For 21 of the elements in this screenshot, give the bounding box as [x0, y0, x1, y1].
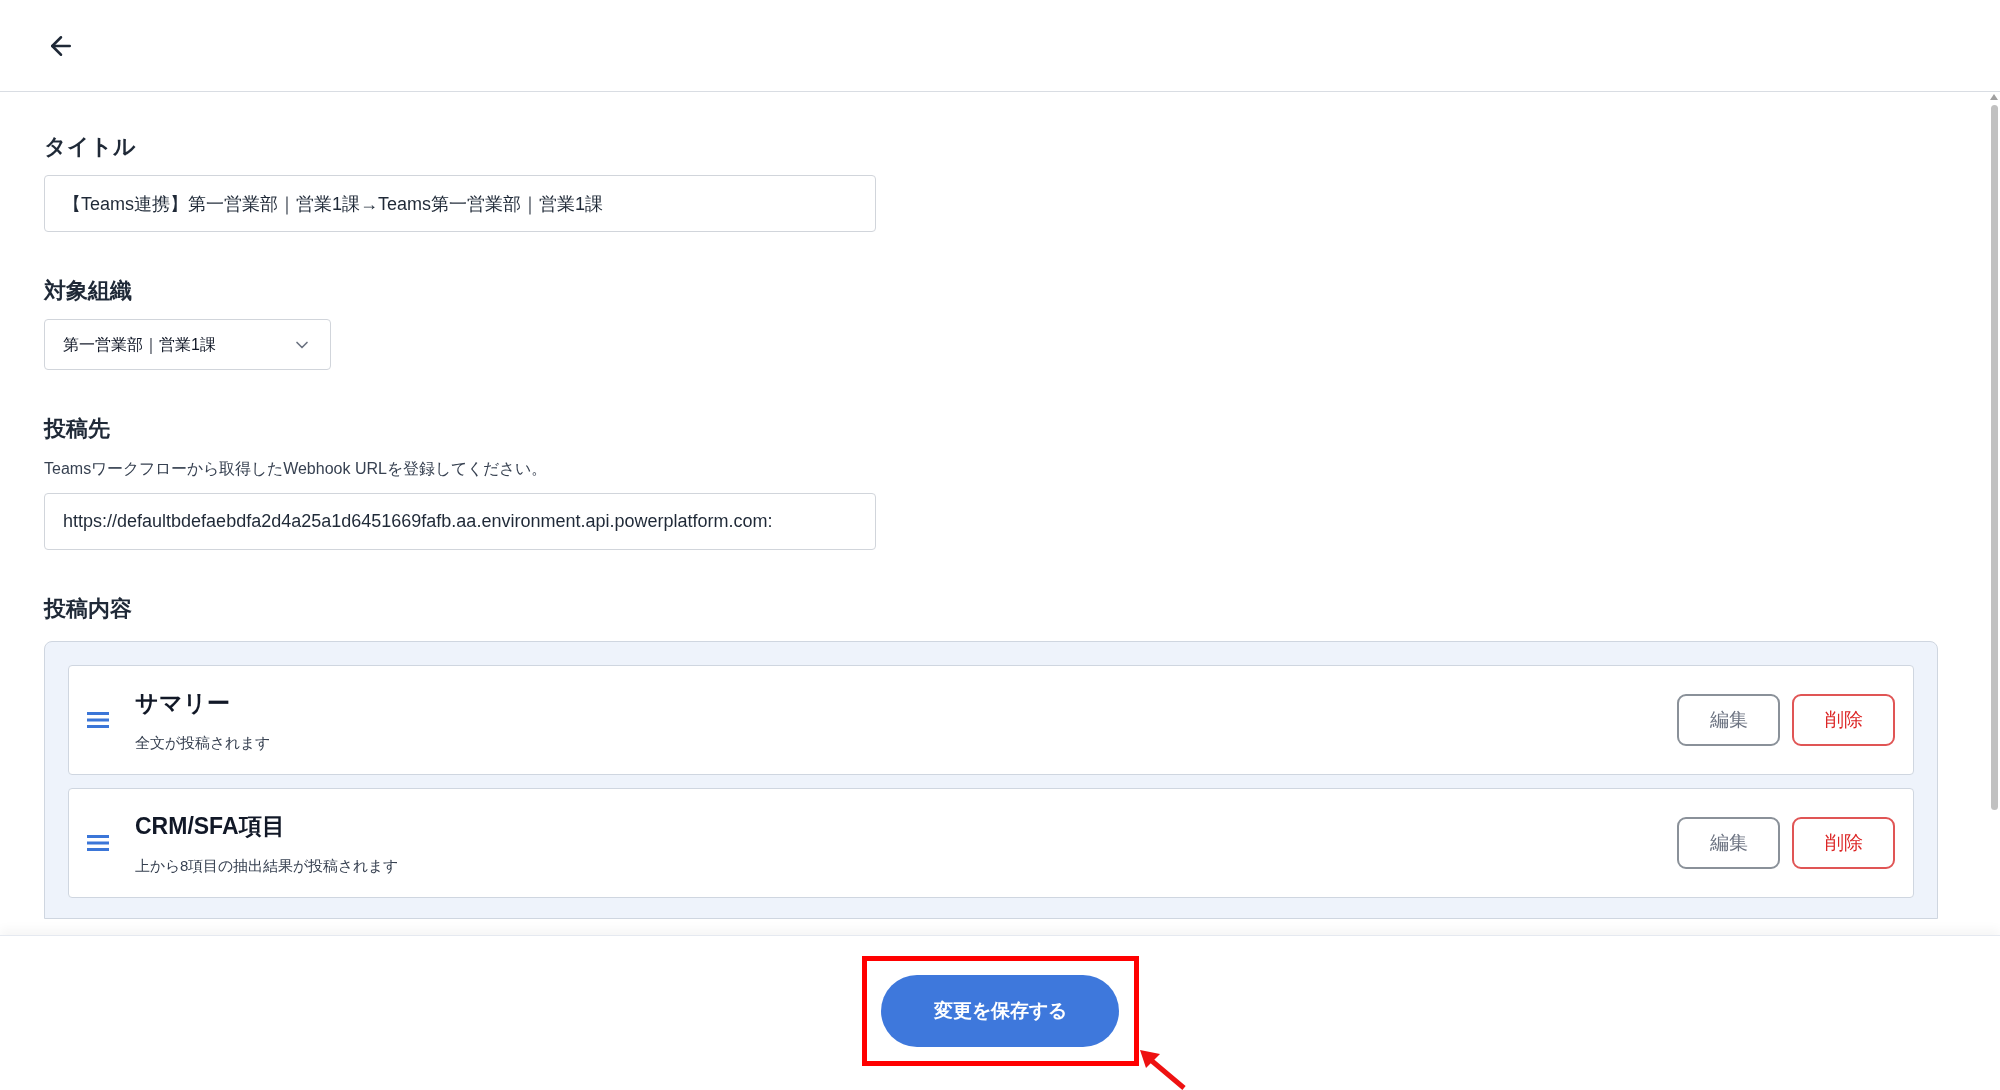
arrow-icon	[1138, 1048, 1188, 1090]
drag-handle-icon[interactable]	[87, 712, 109, 728]
item-title: CRM/SFA項目	[135, 811, 286, 841]
select-value: 第一営業部｜営業1課	[63, 334, 216, 356]
edit-button[interactable]: 編集	[1677, 817, 1780, 869]
section-label: 投稿内容	[44, 595, 133, 623]
text-input[interactable]: https://defaultbdefaebdfa2d4a25a1d6451669fafb.aa.environment.api.powerplatform.com:	[44, 493, 876, 550]
delete-button[interactable]: 削除	[1792, 817, 1895, 869]
field-label: 投稿先	[44, 415, 111, 443]
item-description: 上から8項目の抽出結果が投稿されます	[135, 856, 400, 876]
help-text: Teamsワークフローから取得したWebhook URLを登録してください。	[44, 459, 548, 479]
delete-button[interactable]: 削除	[1792, 694, 1895, 746]
select-field[interactable]: 第一営業部｜営業1課	[44, 319, 331, 370]
text-input[interactable]: 【Teams連携】第一営業部｜営業1課→Teams第一営業部｜営業1課	[44, 175, 876, 232]
item-title: サマリー	[135, 688, 231, 718]
drag-handle-icon[interactable]	[87, 835, 109, 851]
edit-button[interactable]: 編集	[1677, 694, 1780, 746]
item-description: 全文が投稿されます	[135, 733, 271, 753]
field-label: タイトル	[44, 133, 137, 161]
save-button[interactable]: 変更を保存する	[881, 975, 1119, 1047]
field-label: 対象組織	[44, 277, 133, 305]
